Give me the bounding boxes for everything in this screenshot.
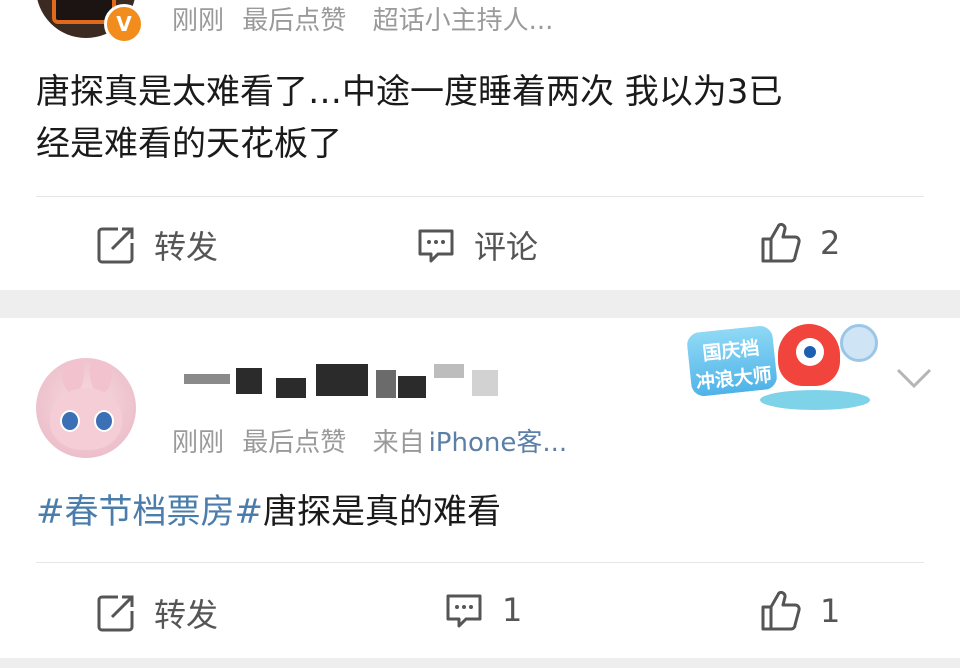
post-content-line: 唐探真是太难看了…中途一度睡着两次 我以为3已 <box>36 72 783 112</box>
divider <box>36 562 924 563</box>
surfboard-icon <box>760 390 870 410</box>
post-card: V 刚刚 最后点赞 超话小主持人... 唐探真是太难看了…中途一度睡着两次 我以… <box>0 0 960 290</box>
repost-button[interactable]: 转发 <box>96 590 218 636</box>
like-button[interactable]: 2 <box>760 222 840 264</box>
comment-icon <box>446 594 482 628</box>
post-activity: 最后点赞 <box>242 428 347 458</box>
comment-count: 1 <box>502 591 523 629</box>
username-redacted[interactable] <box>176 360 506 408</box>
repost-label: 转发 <box>154 596 219 634</box>
hashtag-link[interactable]: #春节档票房# <box>36 492 263 532</box>
post-content-text: 唐探是真的难看 <box>262 492 501 532</box>
post-source-prefix: 来自 <box>372 428 425 458</box>
verified-badge-icon: V <box>104 4 144 44</box>
sticker-tag: 国庆档 冲浪大师 <box>682 321 782 401</box>
post-time: 刚刚 <box>172 428 225 458</box>
like-count: 2 <box>820 224 841 262</box>
post-source[interactable]: iPhone客... <box>429 428 568 458</box>
repost-icon <box>97 227 134 264</box>
repost-icon <box>97 595 134 632</box>
like-count: 1 <box>820 592 841 630</box>
event-sticker[interactable]: 国庆档 冲浪大师 <box>672 320 884 420</box>
repost-button[interactable]: 转发 <box>96 222 218 268</box>
post-content: 唐探真是太难看了…中途一度睡着两次 我以为3已 经是难看的天花板了 <box>36 66 782 170</box>
chevron-down-icon[interactable] <box>894 364 934 394</box>
avatar[interactable] <box>36 358 136 458</box>
post-time: 刚刚 <box>172 6 225 36</box>
comment-label: 评论 <box>474 228 539 266</box>
repost-label: 转发 <box>154 228 219 266</box>
divider <box>36 196 924 197</box>
post-meta: 刚刚 最后点赞 来自 iPhone客... <box>172 422 577 459</box>
thumbs-up-icon <box>761 590 801 631</box>
mascot-icon <box>778 324 840 386</box>
comment-button[interactable]: 1 <box>444 590 522 630</box>
post-meta: 刚刚 最后点赞 超话小主持人... <box>172 0 563 37</box>
comment-button[interactable]: 评论 <box>416 222 538 268</box>
film-reel-icon <box>840 324 878 362</box>
post-activity: 最后点赞 <box>242 6 347 36</box>
like-button[interactable]: 1 <box>760 590 840 632</box>
post-content: #春节档票房#唐探是真的难看 <box>36 486 501 538</box>
post-source[interactable]: 超话小主持人... <box>373 6 554 36</box>
post-content-line: 经是难看的天花板了 <box>36 124 342 164</box>
thumbs-up-icon <box>761 222 801 263</box>
comment-icon <box>418 229 454 263</box>
